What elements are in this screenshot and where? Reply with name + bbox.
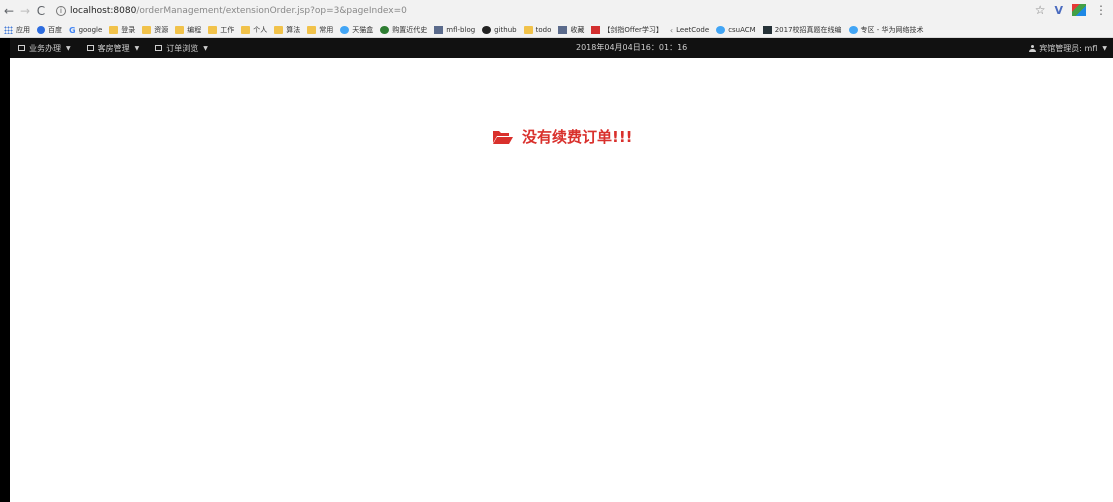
folder-icon xyxy=(142,25,152,34)
bookmark-folder[interactable]: 资源 xyxy=(142,25,168,35)
leaf-icon xyxy=(380,25,390,34)
bookmark-offer[interactable]: 【剑指Offer学习】 xyxy=(591,25,663,35)
user-label: 宾馆管理员: mfl xyxy=(1039,43,1098,53)
bookmark-mfl-blog[interactable]: mfl-blog xyxy=(434,25,475,34)
bookmark-todo[interactable]: todo xyxy=(523,25,551,34)
blog-icon xyxy=(434,25,444,34)
list-icon xyxy=(18,45,25,51)
bookmark-tmall[interactable]: 天猫盒 xyxy=(340,25,373,35)
forward-button[interactable]: → xyxy=(18,3,32,19)
folder-icon xyxy=(241,25,251,34)
empty-message: 没有续费订单!!! xyxy=(492,126,633,147)
menu-orders-label: 订单浏览 xyxy=(166,43,199,53)
bookmark-history[interactable]: 购置近代史 xyxy=(380,25,427,35)
bookmark-github[interactable]: github xyxy=(482,25,517,34)
menu-rooms[interactable]: 客房管理 ▼ xyxy=(79,38,148,58)
browser-menu-icon[interactable]: ⋮ xyxy=(1095,3,1107,17)
bookmark-folder[interactable]: 编程 xyxy=(175,25,201,35)
back-button[interactable]: ← xyxy=(2,3,16,19)
cloud-icon xyxy=(848,25,858,34)
bookmark-apps[interactable]: 应用 xyxy=(4,25,30,35)
user-icon xyxy=(1029,44,1037,52)
bookmark-google[interactable]: Ggoogle xyxy=(69,25,102,35)
book-icon xyxy=(86,45,94,51)
folder-icon xyxy=(175,25,185,34)
reload-button[interactable]: C xyxy=(34,3,48,19)
list-icon xyxy=(155,45,163,51)
left-strip xyxy=(0,38,10,502)
nowcoder-icon xyxy=(762,25,772,34)
user-menu[interactable]: 宾馆管理员: mfl ▼ xyxy=(1029,38,1107,58)
google-icon: G xyxy=(69,25,76,35)
bookmark-csuacm[interactable]: csuACM xyxy=(716,25,756,34)
bookmark-huawei[interactable]: 专区 - 华为网络技术 xyxy=(848,25,924,35)
datetime-display: 2018年04月04日16：01：16 xyxy=(576,43,688,52)
url-path: /orderManagement/extensionOrder.jsp?op=3… xyxy=(136,6,407,16)
folder-icon xyxy=(109,25,119,34)
bookmark-folder[interactable]: 常用 xyxy=(307,25,333,35)
folder-open-icon xyxy=(493,130,513,144)
url-host: localhost:8080 xyxy=(70,6,137,16)
browser-actions: ☆ V ⋮ xyxy=(1035,3,1107,17)
bookmark-folder[interactable]: 算法 xyxy=(274,25,300,35)
paw-icon xyxy=(37,25,45,34)
bookmark-leetcode[interactable]: ‹ LeetCode xyxy=(669,25,709,35)
app-navbar: 业务办理 ▼ 客房管理 ▼ 订单浏览 ▼ 2018年04月04日16：01：16… xyxy=(10,38,1113,58)
caret-down-icon: ▼ xyxy=(203,44,208,52)
book-icon xyxy=(558,25,568,34)
menu-orders[interactable]: 订单浏览 ▼ xyxy=(147,38,216,58)
folder-icon xyxy=(307,25,317,34)
folder-icon xyxy=(523,25,533,34)
bookmark-star-icon[interactable]: ☆ xyxy=(1035,3,1046,17)
folder-icon xyxy=(208,25,218,34)
bookmark-folder[interactable]: 工作 xyxy=(208,25,234,35)
address-bar[interactable]: i localhost:8080 /orderManagement/extens… xyxy=(56,6,407,16)
bookmarks-bar: 应用 百度 Ggoogle 登录 资源 编程 工作 个人 算法 常用 天猫盒 购… xyxy=(0,22,1113,38)
browser-toolbar: ← → C i localhost:8080 /orderManagement/… xyxy=(0,0,1113,22)
leetcode-icon: ‹ xyxy=(669,25,674,35)
tmall-icon xyxy=(340,25,350,34)
caret-down-icon: ▼ xyxy=(66,44,71,52)
bookmark-baidu[interactable]: 百度 xyxy=(37,25,62,35)
csdn-icon xyxy=(591,25,601,34)
extension-icon[interactable] xyxy=(1072,4,1086,16)
acm-icon xyxy=(716,25,726,34)
bookmark-favorites[interactable]: 收藏 xyxy=(558,25,584,35)
github-icon xyxy=(482,25,492,34)
menu-business[interactable]: 业务办理 ▼ xyxy=(10,38,79,58)
bookmark-folder[interactable]: 个人 xyxy=(241,25,267,35)
bookmark-folder[interactable]: 登录 xyxy=(109,25,135,35)
folder-icon xyxy=(274,25,284,34)
menu-business-label: 业务办理 xyxy=(29,43,61,53)
bookmark-nowcoder[interactable]: 2017校招真题在线编 xyxy=(762,25,842,35)
caret-down-icon: ▼ xyxy=(1102,44,1107,52)
menu-rooms-label: 客房管理 xyxy=(97,43,130,53)
empty-message-text: 没有续费订单!!! xyxy=(522,128,633,146)
caret-down-icon: ▼ xyxy=(134,44,140,52)
vue-devtools-icon[interactable]: V xyxy=(1054,4,1063,17)
apps-icon xyxy=(4,25,13,34)
info-icon[interactable]: i xyxy=(56,6,66,16)
